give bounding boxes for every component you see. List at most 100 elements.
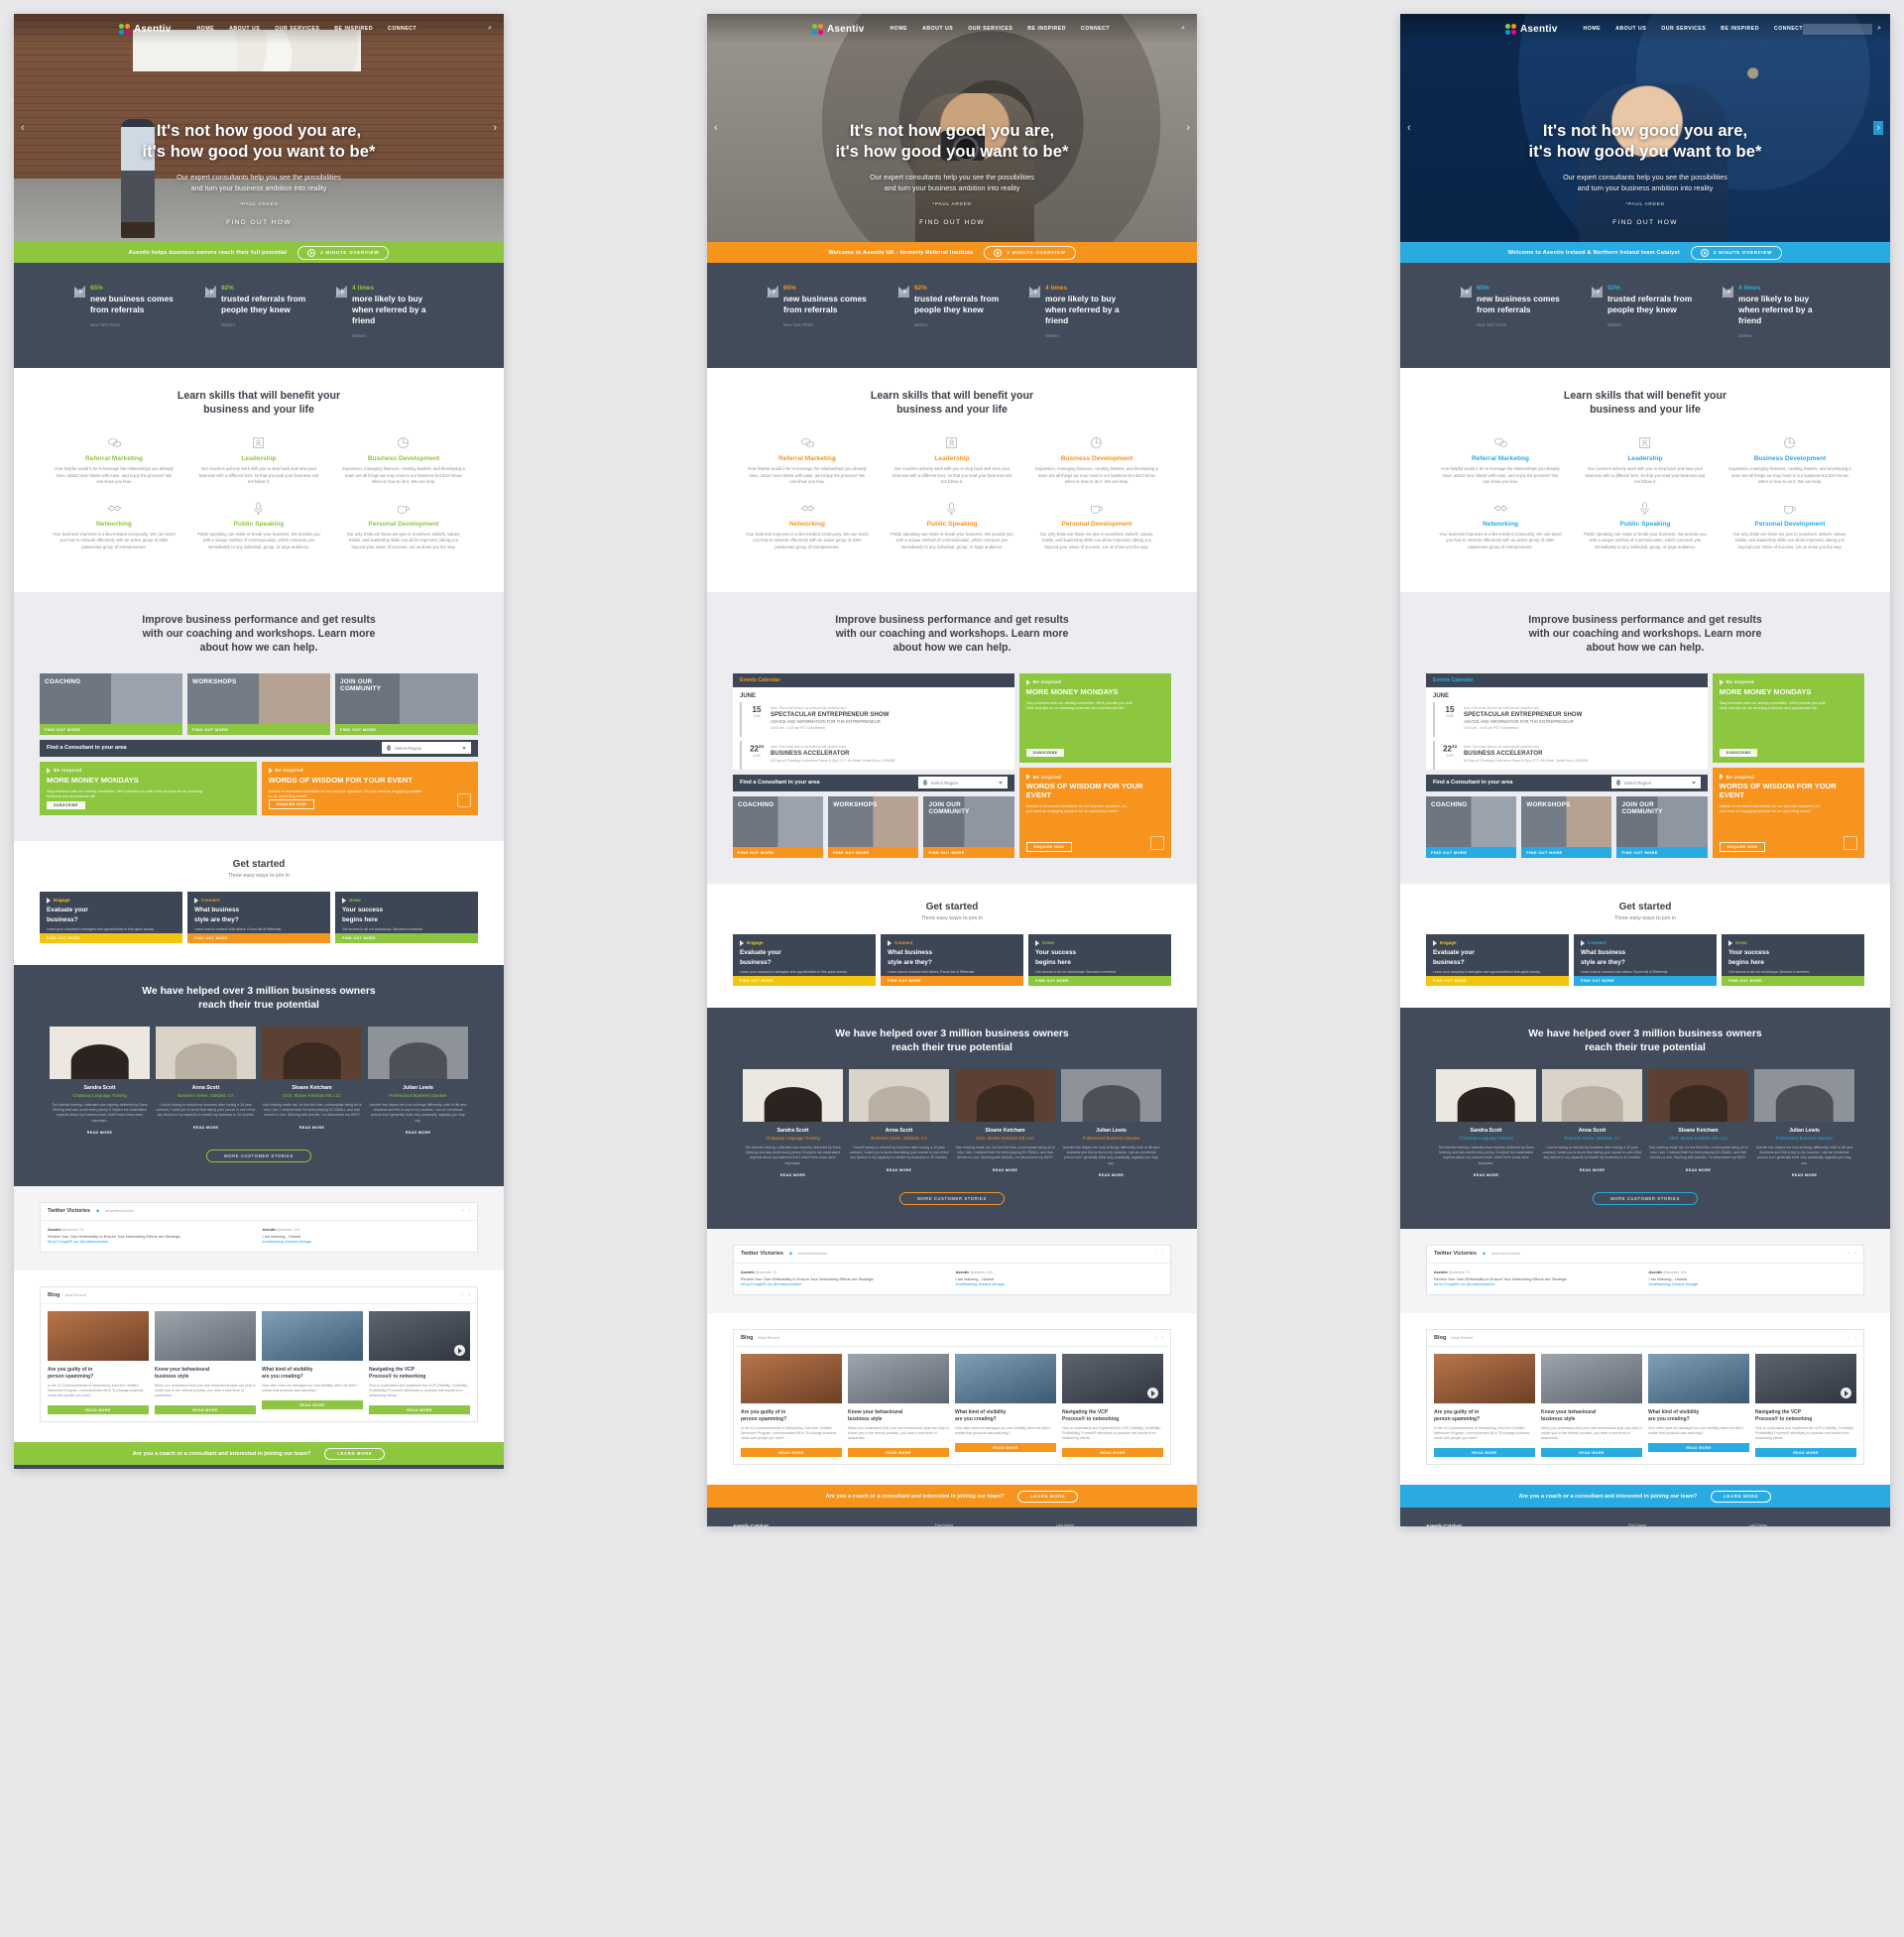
card-workshops[interactable]: WORKSHOPS FIND OUT MORE bbox=[828, 795, 919, 858]
testimonial-card[interactable]: Sloane Ketcham CEO, Sloane Ketcham Intl,… bbox=[1648, 1068, 1748, 1177]
step-button[interactable]: FIND OUT MORE bbox=[733, 975, 876, 986]
coach-cta-button[interactable]: LEARN MORE bbox=[324, 1447, 386, 1460]
tweet-item[interactable]: Asentiv @asentiv 10h I am listening - Ho… bbox=[1649, 1271, 1857, 1287]
nav-link-home[interactable]: HOME bbox=[197, 26, 215, 32]
step-button[interactable]: FIND OUT MORE bbox=[187, 932, 330, 943]
step-button[interactable]: FIND OUT MORE bbox=[1722, 975, 1864, 986]
testimonial-card[interactable]: Sandra Scott Chataway Language Training … bbox=[1436, 1068, 1536, 1177]
step-button[interactable]: FIND OUT MORE bbox=[40, 932, 182, 943]
blog-card[interactable]: What kind of visibility are you creating… bbox=[1648, 1354, 1749, 1457]
nav-link-about-us[interactable]: ABOUT US bbox=[229, 26, 260, 32]
card-button[interactable]: FIND OUT MORE bbox=[1426, 846, 1517, 858]
twitter-nav[interactable]: ‹ › bbox=[1848, 1251, 1856, 1257]
last-name-field[interactable]: Last Name last name bbox=[1056, 1523, 1171, 1526]
play-icon[interactable] bbox=[1147, 1388, 1158, 1399]
nav-links[interactable]: HOME ABOUT US OUR SERVICES BE INSPIRED C… bbox=[1584, 26, 1804, 32]
card-button[interactable]: FIND OUT MORE bbox=[40, 723, 182, 735]
skill-business-development[interactable]: Business Development Expansion, managing… bbox=[1024, 435, 1169, 501]
promo-words-of-wisdom[interactable]: Be inspired WORDS OF WISDOM FOR YOUR EVE… bbox=[261, 761, 478, 815]
nav-link-connect[interactable]: CONNECT bbox=[388, 26, 416, 32]
more-customer-stories-button[interactable]: MORE CUSTOMER STORIES bbox=[899, 1191, 1005, 1205]
events-calendar[interactable]: Events Calendar JUNE 15 JUN Note: This e… bbox=[733, 672, 1014, 770]
testimonial-read-more[interactable]: READ MORE bbox=[743, 1173, 843, 1177]
first-name-field[interactable]: First Name first name bbox=[1628, 1523, 1743, 1526]
consultant-finder[interactable]: Find a Consultant in your area Select Re… bbox=[1426, 774, 1708, 791]
testimonial-read-more[interactable]: READ MORE bbox=[955, 1168, 1055, 1172]
blog-card[interactable]: Navigating the VCP Process® to networkin… bbox=[1755, 1354, 1856, 1458]
promo-words-of-wisdom[interactable]: Be inspired WORDS OF WISDOM FOR YOUR EVE… bbox=[1712, 768, 1864, 858]
step-button[interactable]: FIND OUT MORE bbox=[335, 932, 478, 943]
blog-next-icon[interactable]: › bbox=[1161, 1335, 1163, 1341]
blog-card[interactable]: Know your behavioural business style Whe… bbox=[155, 1311, 256, 1415]
card-workshops[interactable]: WORKSHOPS FIND OUT MORE bbox=[1521, 795, 1612, 858]
nav-link-connect[interactable]: CONNECT bbox=[1774, 26, 1803, 32]
promo-more-money-mondays[interactable]: Be inspired MORE MONEY MONDAYS Stay info… bbox=[40, 761, 257, 815]
twitter-next-icon[interactable]: › bbox=[468, 1208, 470, 1214]
nav-link-our-services[interactable]: OUR SERVICES bbox=[1661, 26, 1706, 32]
nav-search[interactable]: ⌕ bbox=[488, 25, 492, 33]
event-item[interactable]: 2224 JUN Note: This event links to an ex… bbox=[1433, 740, 1701, 770]
play-icon[interactable] bbox=[1841, 1388, 1851, 1399]
tweet-item[interactable]: Asentiv @asentiv 7h Review Your Own Refe… bbox=[741, 1271, 949, 1287]
promo-enquire-button[interactable]: ENQUIRE NOW bbox=[1025, 841, 1073, 852]
twitter-prev-icon[interactable]: ‹ bbox=[462, 1208, 464, 1214]
skill-leadership[interactable]: Leadership Our coaches actively work wit… bbox=[186, 435, 331, 501]
step-button[interactable]: FIND OUT MORE bbox=[1426, 975, 1569, 986]
blog-card[interactable]: What kind of visibility are you creating… bbox=[955, 1354, 1056, 1457]
testimonial-read-more[interactable]: READ MORE bbox=[368, 1131, 468, 1135]
hero-cta-link[interactable]: FIND OUT HOW bbox=[14, 219, 504, 226]
promo-words-of-wisdom[interactable]: Be inspired WORDS OF WISDOM FOR YOUR EVE… bbox=[1018, 768, 1171, 858]
card-button[interactable]: FIND OUT MORE bbox=[828, 846, 919, 858]
tweet-link[interactable]: bit.ly/1YuqqBS via @relationshiptier bbox=[48, 1239, 256, 1245]
skill-networking[interactable]: Networking Your business improves in a l… bbox=[42, 501, 186, 566]
blog-read-more[interactable]: READ MORE bbox=[1648, 1443, 1749, 1453]
testimonial-card[interactable]: Julian Lewis Professional Business Speak… bbox=[1061, 1068, 1161, 1177]
card-coaching[interactable]: COACHING FIND OUT MORE bbox=[1426, 795, 1517, 858]
step-connect[interactable]: Connect What business style are they? Le… bbox=[187, 891, 330, 943]
testimonial-read-more[interactable]: READ MORE bbox=[1648, 1168, 1748, 1172]
testimonial-card[interactable]: Sloane Ketcham CEO, Sloane Ketcham Intl,… bbox=[262, 1026, 362, 1135]
search-input[interactable] bbox=[1803, 23, 1873, 35]
testimonial-card[interactable]: Anna Scott Business Owner, Oakland, CA I… bbox=[849, 1068, 949, 1177]
blog-nav[interactable]: ‹ › bbox=[462, 1292, 470, 1298]
card-button[interactable]: FIND OUT MORE bbox=[335, 723, 478, 735]
blog-card[interactable]: Are you guilty of in person spamming? In… bbox=[741, 1354, 842, 1458]
search-icon[interactable]: ⌕ bbox=[1181, 25, 1185, 33]
overview-video-button[interactable]: 2 MINUTE OVERVIEW bbox=[984, 245, 1076, 260]
blog-next-icon[interactable]: › bbox=[468, 1292, 470, 1298]
blog-read-more[interactable]: READ MORE bbox=[741, 1448, 842, 1458]
skill-leadership[interactable]: Leadership Our coaches actively work wit… bbox=[880, 435, 1024, 501]
promo-subscribe-button[interactable]: SUBSCRIBE bbox=[1025, 749, 1065, 758]
top-navigation[interactable]: Asentiv HOME ABOUT US OUR SERVICES BE IN… bbox=[707, 14, 1197, 44]
skill-referral-marketing[interactable]: Referral Marketing How helpful would it … bbox=[1428, 435, 1573, 501]
blog-nav[interactable]: ‹ › bbox=[1155, 1335, 1163, 1341]
brand-logo[interactable]: Asentiv bbox=[119, 23, 172, 35]
card-join-community[interactable]: JOIN OUR COMMUNITY FIND OUT MORE bbox=[923, 795, 1014, 858]
skill-referral-marketing[interactable]: Referral Marketing How helpful would it … bbox=[735, 435, 880, 501]
step-engage[interactable]: Engage Evaluate your business? Learn you… bbox=[1426, 933, 1569, 986]
step-button[interactable]: FIND OUT MORE bbox=[881, 975, 1023, 986]
search-icon[interactable]: ⌕ bbox=[488, 25, 492, 33]
first-name-field[interactable]: First Name first name bbox=[935, 1523, 1050, 1526]
event-item[interactable]: 2224 JUN Note: This event links to an ex… bbox=[740, 740, 1008, 770]
card-button[interactable]: FIND OUT MORE bbox=[1616, 846, 1708, 858]
top-navigation[interactable]: Asentiv HOME ABOUT US OUR SERVICES BE IN… bbox=[1400, 14, 1890, 44]
testimonial-read-more[interactable]: READ MORE bbox=[1061, 1173, 1161, 1177]
nav-link-about-us[interactable]: ABOUT US bbox=[922, 26, 953, 32]
promo-more-money-mondays[interactable]: Be inspired MORE MONEY MONDAYS Stay info… bbox=[1712, 672, 1864, 764]
blog-read-more[interactable]: READ MORE bbox=[262, 1400, 363, 1410]
blog-card[interactable]: Navigating the VCP Process® to networkin… bbox=[1062, 1354, 1163, 1458]
coach-cta-button[interactable]: LEARN MORE bbox=[1017, 1490, 1079, 1503]
overview-video-button[interactable]: 2 MINUTE OVERVIEW bbox=[1690, 245, 1783, 260]
step-engage[interactable]: Engage Evaluate your business? Learn you… bbox=[733, 933, 876, 986]
tweet-link[interactable]: #notlistening #hearst #image bbox=[1649, 1281, 1857, 1287]
blog-prev-icon[interactable]: ‹ bbox=[1848, 1335, 1850, 1341]
blog-read-more[interactable]: READ MORE bbox=[48, 1405, 149, 1415]
testimonial-read-more[interactable]: READ MORE bbox=[849, 1168, 949, 1172]
blog-read-more[interactable]: READ MORE bbox=[1541, 1448, 1642, 1458]
blog-next-icon[interactable]: › bbox=[1854, 1335, 1856, 1341]
skill-public-speaking[interactable]: Public Speaking Public speaking can make… bbox=[1573, 501, 1718, 566]
nav-links[interactable]: HOME ABOUT US OUR SERVICES BE INSPIRED C… bbox=[197, 26, 417, 32]
blog-nav[interactable]: ‹ › bbox=[1848, 1335, 1856, 1341]
blog-card[interactable]: Navigating the VCP Process® to networkin… bbox=[369, 1311, 470, 1415]
